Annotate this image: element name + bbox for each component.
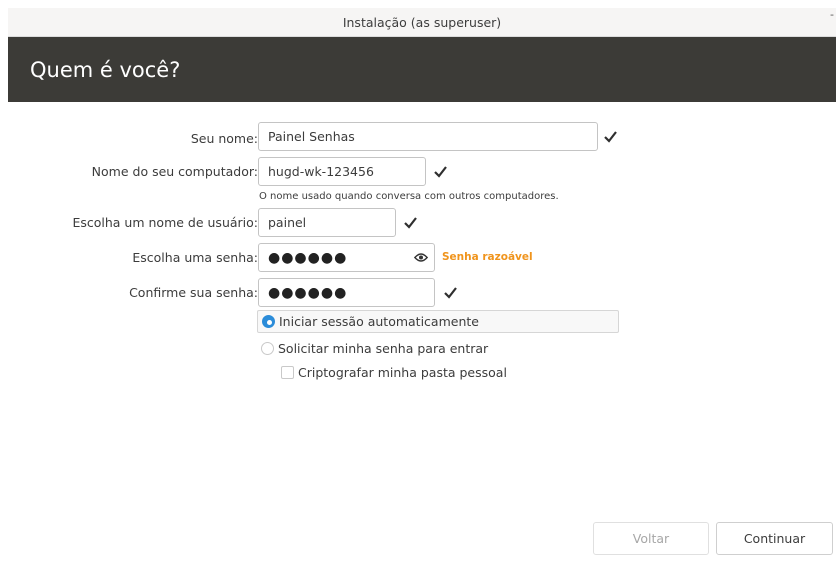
- continue-button[interactable]: Continuar: [716, 522, 833, 555]
- require-password-radio[interactable]: Solicitar minha senha para entrar: [261, 338, 488, 358]
- password-strength: Senha razoável: [442, 251, 533, 263]
- name-label: Seu nome:: [190, 131, 258, 146]
- confirm-password-input[interactable]: ●●●●●●: [258, 278, 435, 307]
- back-button[interactable]: Voltar: [593, 522, 709, 555]
- username-input[interactable]: painel: [258, 208, 396, 237]
- confirm-password-label: Confirme sua senha:: [129, 285, 258, 300]
- computer-name-input[interactable]: hugd-wk-123456: [258, 157, 426, 186]
- form-area: Seu nome: Painel Senhas Nome do seu comp…: [8, 102, 836, 562]
- checkbox-icon: [281, 365, 294, 379]
- encrypt-home-checkbox[interactable]: Criptografar minha pasta pessoal: [281, 362, 507, 382]
- computer-name-hint: O nome usado quando conversa com outros …: [259, 191, 559, 202]
- radio-unselected-icon: [261, 341, 274, 355]
- password-input[interactable]: ●●●●●●: [258, 243, 435, 272]
- window-title: Instalação (as superuser): [342, 14, 502, 30]
- password-label: Escolha uma senha:: [132, 250, 258, 265]
- checkmark-icon: [444, 287, 457, 299]
- username-label: Escolha um nome de usuário:: [72, 215, 258, 230]
- checkmark-icon: [604, 131, 617, 143]
- checkmark-icon: [434, 166, 447, 178]
- checkmark-icon: [404, 217, 417, 229]
- require-password-label: Solicitar minha senha para entrar: [278, 340, 489, 356]
- computer-name-label: Nome do seu computador:: [91, 164, 258, 179]
- page-header: Quem é você?: [8, 37, 836, 102]
- eye-icon[interactable]: [414, 252, 428, 263]
- name-input[interactable]: Painel Senhas: [258, 122, 598, 151]
- window-titlebar: Instalação (as superuser) -: [8, 8, 836, 37]
- page-title: Quem é você?: [30, 57, 181, 82]
- radio-selected-icon: [262, 315, 275, 328]
- minimize-button[interactable]: -: [830, 9, 834, 20]
- auto-login-label: Iniciar sessão automaticamente: [279, 314, 479, 329]
- auto-login-radio[interactable]: Iniciar sessão automaticamente: [257, 310, 619, 333]
- encrypt-home-label: Criptografar minha pasta pessoal: [298, 364, 507, 380]
